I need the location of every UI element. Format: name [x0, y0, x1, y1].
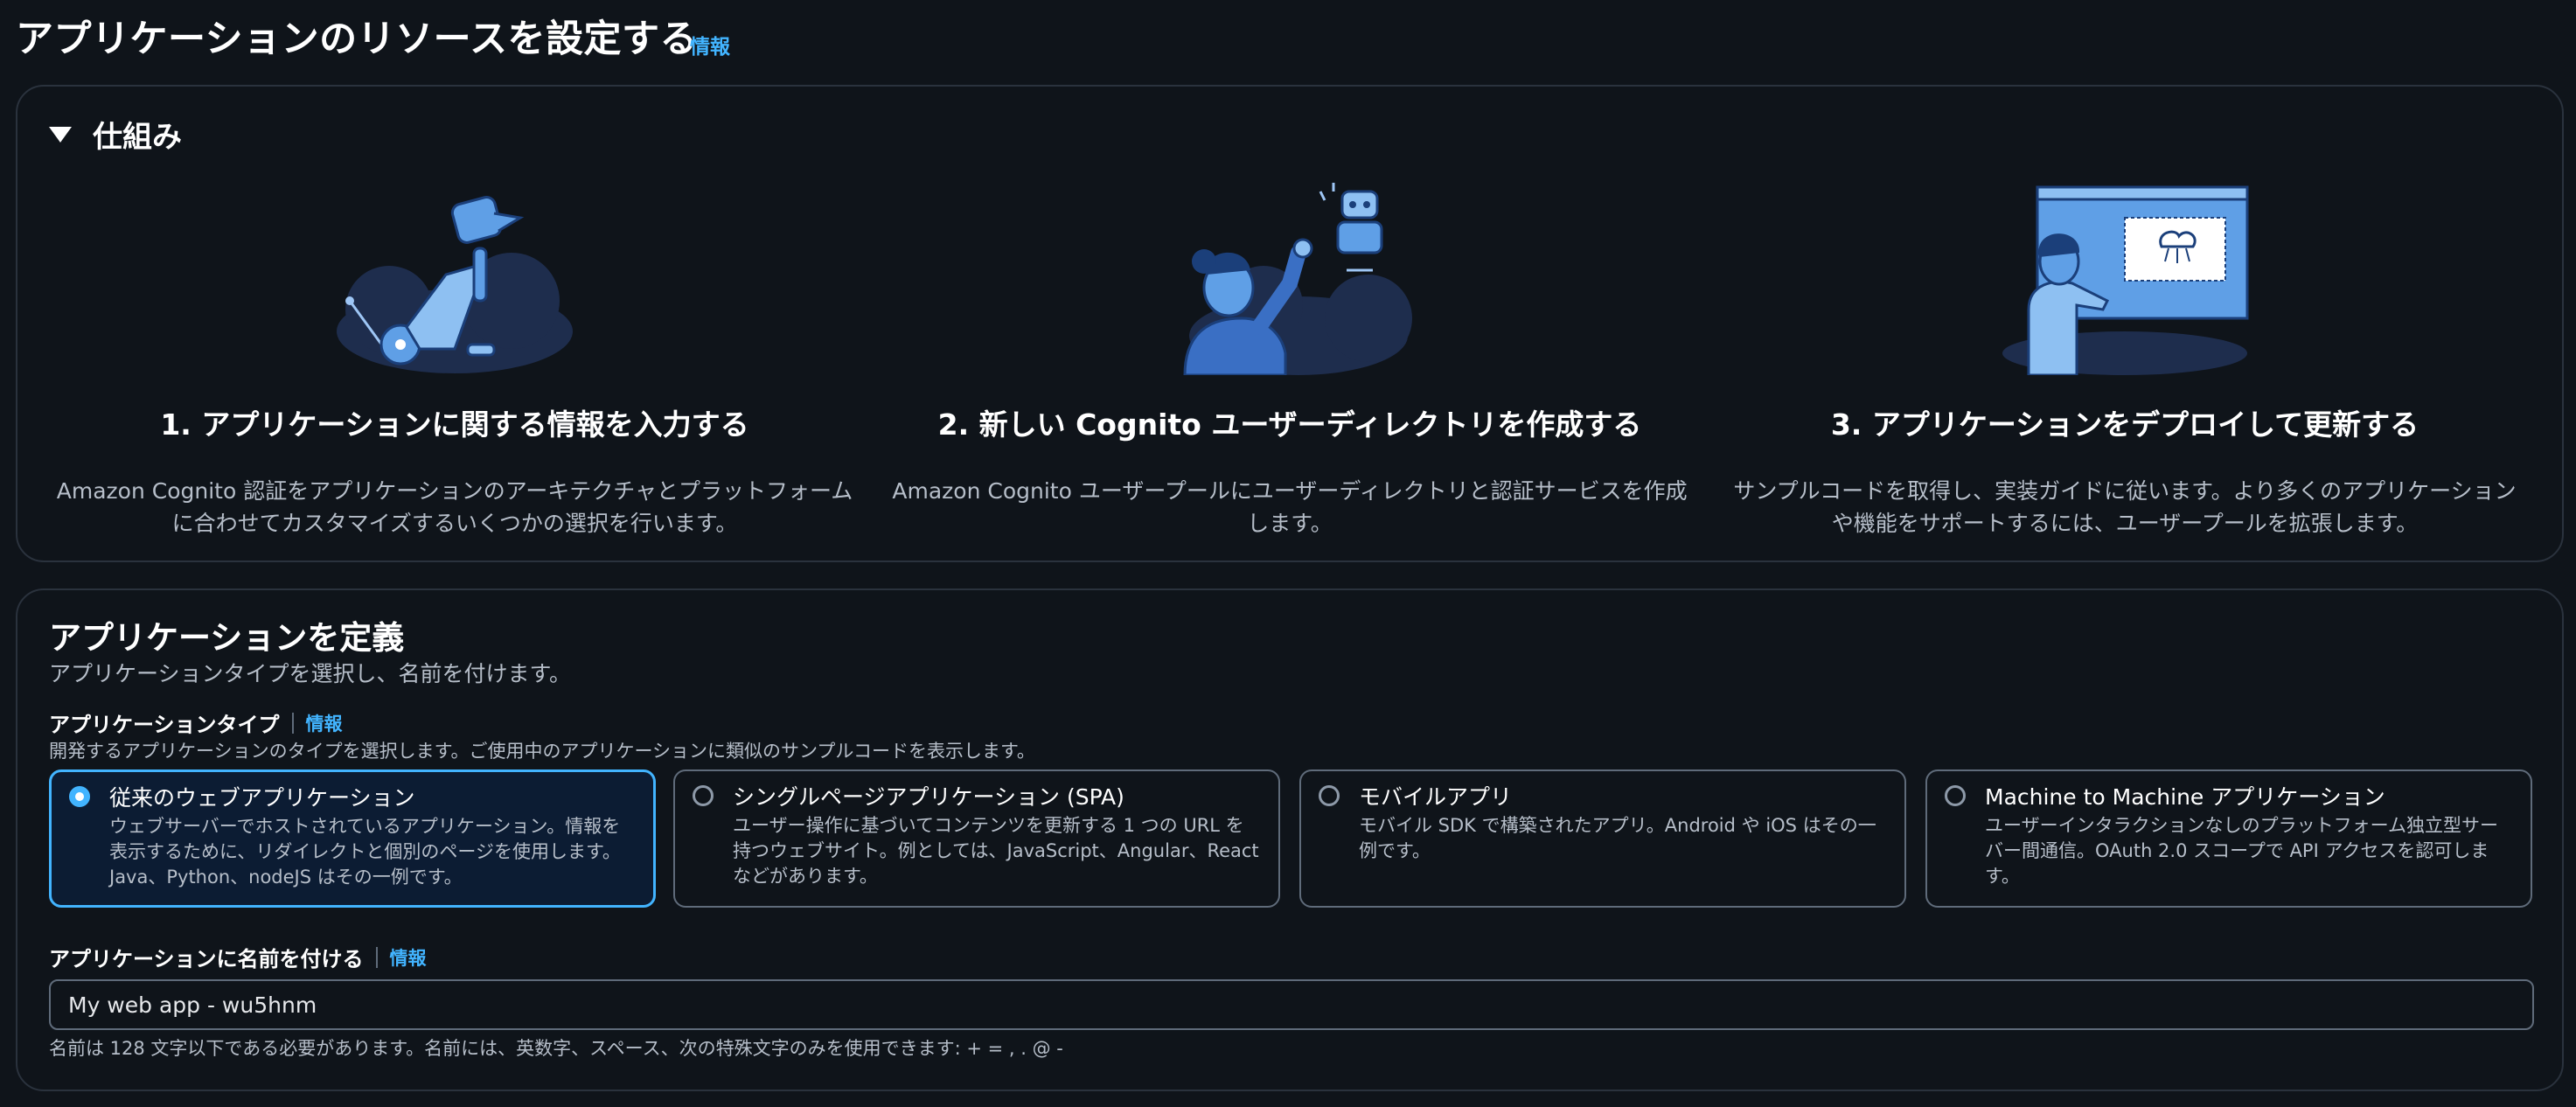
- option-title: Machine to Machine アプリケーション: [1985, 784, 2385, 810]
- option-title: モバイルアプリ: [1359, 784, 1513, 810]
- how-it-works-toggle[interactable]: 仕組み: [49, 113, 182, 156]
- step-1: 1. アプリケーションに関する情報を入力する Amazon Cognito 認証…: [52, 178, 857, 540]
- app-type-option-mobile[interactable]: モバイルアプリ モバイル SDK で構築されたアプリ。Android や iOS…: [1299, 769, 1906, 908]
- step-1-description: Amazon Cognito 認証をアプリケーションのアーキテクチャとプラットフ…: [56, 478, 853, 536]
- define-app-title: アプリケーションを定義: [49, 619, 405, 657]
- step-3: 3. アプリケーションをデプロイして更新する サンプルコードを取得し、実装ガイド…: [1723, 178, 2527, 540]
- app-type-info-link[interactable]: 情報: [306, 710, 343, 736]
- divider: [291, 712, 294, 734]
- how-it-works-title: 仕組み: [93, 120, 182, 155]
- step-2-description: Amazon Cognito ユーザープールにユーザーディレクトリと認証サービス…: [892, 478, 1688, 536]
- step-1-title: 1. アプリケーションに関する情報を入力する: [160, 407, 749, 442]
- divider: [375, 946, 378, 968]
- define-application-panel: アプリケーションを定義 アプリケーションタイプを選択し、名前を付けます。 アプリ…: [16, 588, 2564, 1091]
- radio-button[interactable]: [69, 786, 90, 807]
- app-type-label: アプリケーションタイプ: [49, 713, 280, 737]
- app-name-info-link[interactable]: 情報: [390, 944, 427, 971]
- radio-button[interactable]: [1319, 785, 1340, 806]
- page-title: アプリケーションのリソースを設定する: [16, 17, 698, 61]
- radio-button[interactable]: [1945, 785, 1966, 806]
- app-type-label-row: アプリケーションタイプ 情報: [49, 707, 343, 738]
- app-name-label-row: アプリケーションに名前を付ける 情報: [49, 942, 427, 972]
- app-name-help: 名前は 128 文字以下である必要があります。名前には、英数字、スペース、次の特…: [49, 1038, 1063, 1059]
- step-3-title: 3. アプリケーションをデプロイして更新する: [1830, 407, 2419, 442]
- option-title: 従来のウェブアプリケーション: [109, 785, 415, 811]
- robot-dog-illustration: [52, 178, 857, 375]
- radio-button[interactable]: [693, 785, 714, 806]
- app-name-input[interactable]: [49, 979, 2534, 1030]
- presentation-illustration: [1723, 178, 2527, 375]
- page-info-link[interactable]: 情報: [690, 30, 730, 59]
- app-type-help: 開発するアプリケーションのタイプを選択します。ご使用中のアプリケーションに類似の…: [49, 741, 1035, 762]
- person-robot-illustration: [888, 178, 1692, 375]
- app-type-option-spa[interactable]: シングルページアプリケーション (SPA) ユーザー操作に基づいてコンテンツを更…: [673, 769, 1280, 908]
- option-description: モバイル SDK で構築されたアプリ。Android や iOS はその一例です…: [1359, 815, 1876, 861]
- option-description: ユーザー操作に基づいてコンテンツを更新する 1 つの URL を持つウェブサイト…: [733, 815, 1259, 887]
- step-2: 2. 新しい Cognito ユーザーディレクトリを作成する Amazon Co…: [888, 178, 1692, 540]
- app-name-label: アプリケーションに名前を付ける: [49, 947, 364, 971]
- option-description: ウェブサーバーでホストされているアプリケーション。情報を表示するために、リダイレ…: [109, 816, 621, 888]
- option-title: シングルページアプリケーション (SPA): [733, 784, 1124, 810]
- app-type-option-m2m[interactable]: Machine to Machine アプリケーション ユーザーインタラクション…: [1925, 769, 2532, 908]
- option-description: ユーザーインタラクションなしのプラットフォーム独立型サーバー間通信。OAuth …: [1985, 815, 2498, 887]
- step-2-title: 2. 新しい Cognito ユーザーディレクトリを作成する: [937, 407, 1642, 442]
- how-it-works-panel: 仕組み 1. アプリケーションに関する情報を入力する Amazon Cognit…: [16, 85, 2564, 562]
- app-type-option-traditional-web[interactable]: 従来のウェブアプリケーション ウェブサーバーでホストされているアプリケーション。…: [49, 769, 656, 908]
- step-3-description: サンプルコードを取得し、実装ガイドに従います。より多くのアプリケーションや機能を…: [1733, 478, 2517, 536]
- define-app-description: アプリケーションタイプを選択し、名前を付けます。: [49, 661, 572, 686]
- caret-down-icon: [49, 126, 72, 143]
